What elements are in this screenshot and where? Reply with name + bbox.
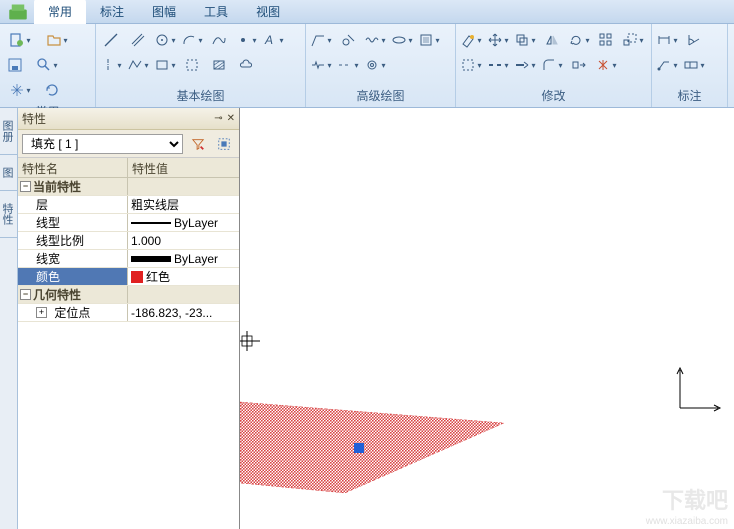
filter-icon[interactable]: [187, 133, 209, 155]
tolerance-icon[interactable]: ▾: [683, 54, 705, 76]
prop-ltscale[interactable]: 线型比例 1.000: [18, 232, 239, 250]
ribbon-group-dim: ▾ ▾ ▾ 标注: [652, 24, 728, 107]
dock-tab-drawing[interactable]: 图: [0, 155, 17, 191]
pan-icon[interactable]: ▾: [4, 79, 36, 101]
properties-panel-title: 特性 ⊸ ✕: [18, 108, 239, 130]
parallel-line-icon[interactable]: [127, 29, 149, 51]
spline-icon[interactable]: [208, 29, 230, 51]
header-value: 特性值: [128, 158, 239, 177]
drawing-canvas[interactable]: 下载吧 www.xiazaiba.com: [240, 108, 734, 529]
open-file-icon[interactable]: ▾: [41, 29, 73, 51]
selection-dropdown[interactable]: 填充 [ 1 ]: [22, 134, 183, 154]
ellipse-icon[interactable]: ▾: [391, 29, 413, 51]
copy-icon[interactable]: ▾: [514, 29, 536, 51]
stretch-icon[interactable]: [568, 54, 590, 76]
tab-common[interactable]: 常用: [34, 0, 86, 24]
explode-icon[interactable]: ▾: [595, 54, 617, 76]
prop-lineweight[interactable]: 线宽 ByLayer: [18, 250, 239, 268]
mirror-icon[interactable]: [541, 29, 563, 51]
offset-icon[interactable]: ▾: [460, 54, 482, 76]
polyline-icon[interactable]: ▾: [127, 54, 149, 76]
ribbon-group-label: 高级绘图: [310, 85, 451, 106]
group-current[interactable]: −当前特性: [18, 178, 239, 196]
watermark-logo: 下载吧: [662, 483, 728, 515]
gear-icon[interactable]: ▾: [364, 54, 386, 76]
rotate-icon[interactable]: ▾: [568, 29, 590, 51]
zoom-icon[interactable]: ▾: [31, 54, 63, 76]
wave-icon[interactable]: ▾: [364, 29, 386, 51]
ribbon: ▾ ▾ ▾ ▾ 常用 ▾ ▾ ▾ A▾ ▾ ▾ ▾ 基本绘图: [0, 24, 734, 108]
left-dock: 图册 图 特性: [0, 108, 18, 529]
rectangle-icon[interactable]: ▾: [154, 54, 176, 76]
select-all-icon[interactable]: [213, 133, 235, 155]
chamfer-line-icon[interactable]: ▾: [310, 29, 332, 51]
break-icon[interactable]: ▾: [310, 54, 332, 76]
properties-panel: 特性 ⊸ ✕ 填充 [ 1 ] 特性名 特性值 −当前特性 层 粗实线层: [18, 108, 240, 529]
save-icon[interactable]: [4, 54, 26, 76]
close-icon[interactable]: ✕: [227, 113, 235, 124]
app-logo-icon: [8, 4, 28, 20]
erase-icon[interactable]: ▾: [460, 29, 482, 51]
expand-icon[interactable]: +: [36, 307, 47, 318]
hatch-icon[interactable]: [208, 54, 230, 76]
text-icon[interactable]: A▾: [262, 29, 284, 51]
refresh-icon[interactable]: [41, 79, 63, 101]
tab-view[interactable]: 视图: [242, 0, 294, 24]
construction-line-icon[interactable]: ▾: [337, 54, 359, 76]
linear-dim-icon[interactable]: ▾: [656, 29, 678, 51]
svg-text:A: A: [264, 33, 273, 47]
ribbon-group-common: ▾ ▾ ▾ ▾ 常用: [0, 24, 96, 107]
line-icon[interactable]: [100, 29, 122, 51]
prop-linetype[interactable]: 线型 ByLayer: [18, 214, 239, 232]
ribbon-group-adv-draw: ▾ ▾ ▾ ▾ ▾ ▾ ▾ 高级绘图: [306, 24, 456, 107]
lineweight-swatch: [131, 256, 171, 262]
scale-icon[interactable]: ▾: [622, 29, 644, 51]
block-icon[interactable]: ▾: [418, 29, 440, 51]
array-icon[interactable]: [595, 29, 617, 51]
centerline-icon[interactable]: ▾: [100, 54, 122, 76]
collapse-icon[interactable]: −: [20, 181, 31, 192]
watermark-text: www.xiazaiba.com: [646, 516, 728, 527]
polygon-icon[interactable]: [181, 54, 203, 76]
properties-toolbar: 填充 [ 1 ]: [18, 130, 239, 158]
ribbon-group-basic-draw: ▾ ▾ ▾ A▾ ▾ ▾ ▾ 基本绘图: [96, 24, 306, 107]
prop-anchor[interactable]: + 定位点 -186.823, -23...: [18, 304, 239, 322]
tab-tools[interactable]: 工具: [190, 0, 242, 24]
cloud-icon[interactable]: [235, 54, 257, 76]
extend-icon[interactable]: ▾: [514, 54, 536, 76]
ribbon-group-label: 标注: [656, 85, 723, 106]
collapse-icon[interactable]: −: [20, 289, 31, 300]
main-tabs: 常用 标注 图幅 工具 视图: [0, 0, 734, 24]
trim-icon[interactable]: ▾: [487, 54, 509, 76]
ribbon-group-modify: ▾ ▾ ▾ ▾ ▾ ▾ ▾ ▾ ▾ ▾ 修改: [456, 24, 652, 107]
new-file-icon[interactable]: ▾: [4, 29, 36, 51]
arc-icon[interactable]: ▾: [181, 29, 203, 51]
dock-tab-album[interactable]: 图册: [0, 108, 17, 155]
ribbon-group-label: 修改: [460, 85, 647, 106]
circle-center-icon[interactable]: ▾: [154, 29, 176, 51]
dock-tab-properties[interactable]: 特性: [0, 191, 17, 238]
linetype-swatch: [131, 222, 171, 224]
leader-icon[interactable]: ▾: [656, 54, 678, 76]
panel-title-text: 特性: [22, 110, 46, 127]
color-swatch: [131, 271, 143, 283]
pin-icon[interactable]: ⊸: [214, 113, 222, 124]
prop-layer[interactable]: 层 粗实线层: [18, 196, 239, 214]
angular-dim-icon[interactable]: [683, 29, 705, 51]
header-name: 特性名: [18, 158, 128, 177]
prop-color[interactable]: 颜色 红色: [18, 268, 239, 286]
move-icon[interactable]: ▾: [487, 29, 509, 51]
tab-frame[interactable]: 图幅: [138, 0, 190, 24]
point-icon[interactable]: ▾: [235, 29, 257, 51]
tab-annotate[interactable]: 标注: [86, 0, 138, 24]
properties-tree: −当前特性 层 粗实线层 线型 ByLayer 线型比例 1.000 线宽 By…: [18, 178, 239, 529]
properties-header: 特性名 特性值: [18, 158, 239, 178]
ribbon-group-label: 基本绘图: [100, 85, 301, 106]
group-geometry[interactable]: −几何特性: [18, 286, 239, 304]
fillet-icon[interactable]: ▾: [541, 54, 563, 76]
tangent-line-icon[interactable]: [337, 29, 359, 51]
